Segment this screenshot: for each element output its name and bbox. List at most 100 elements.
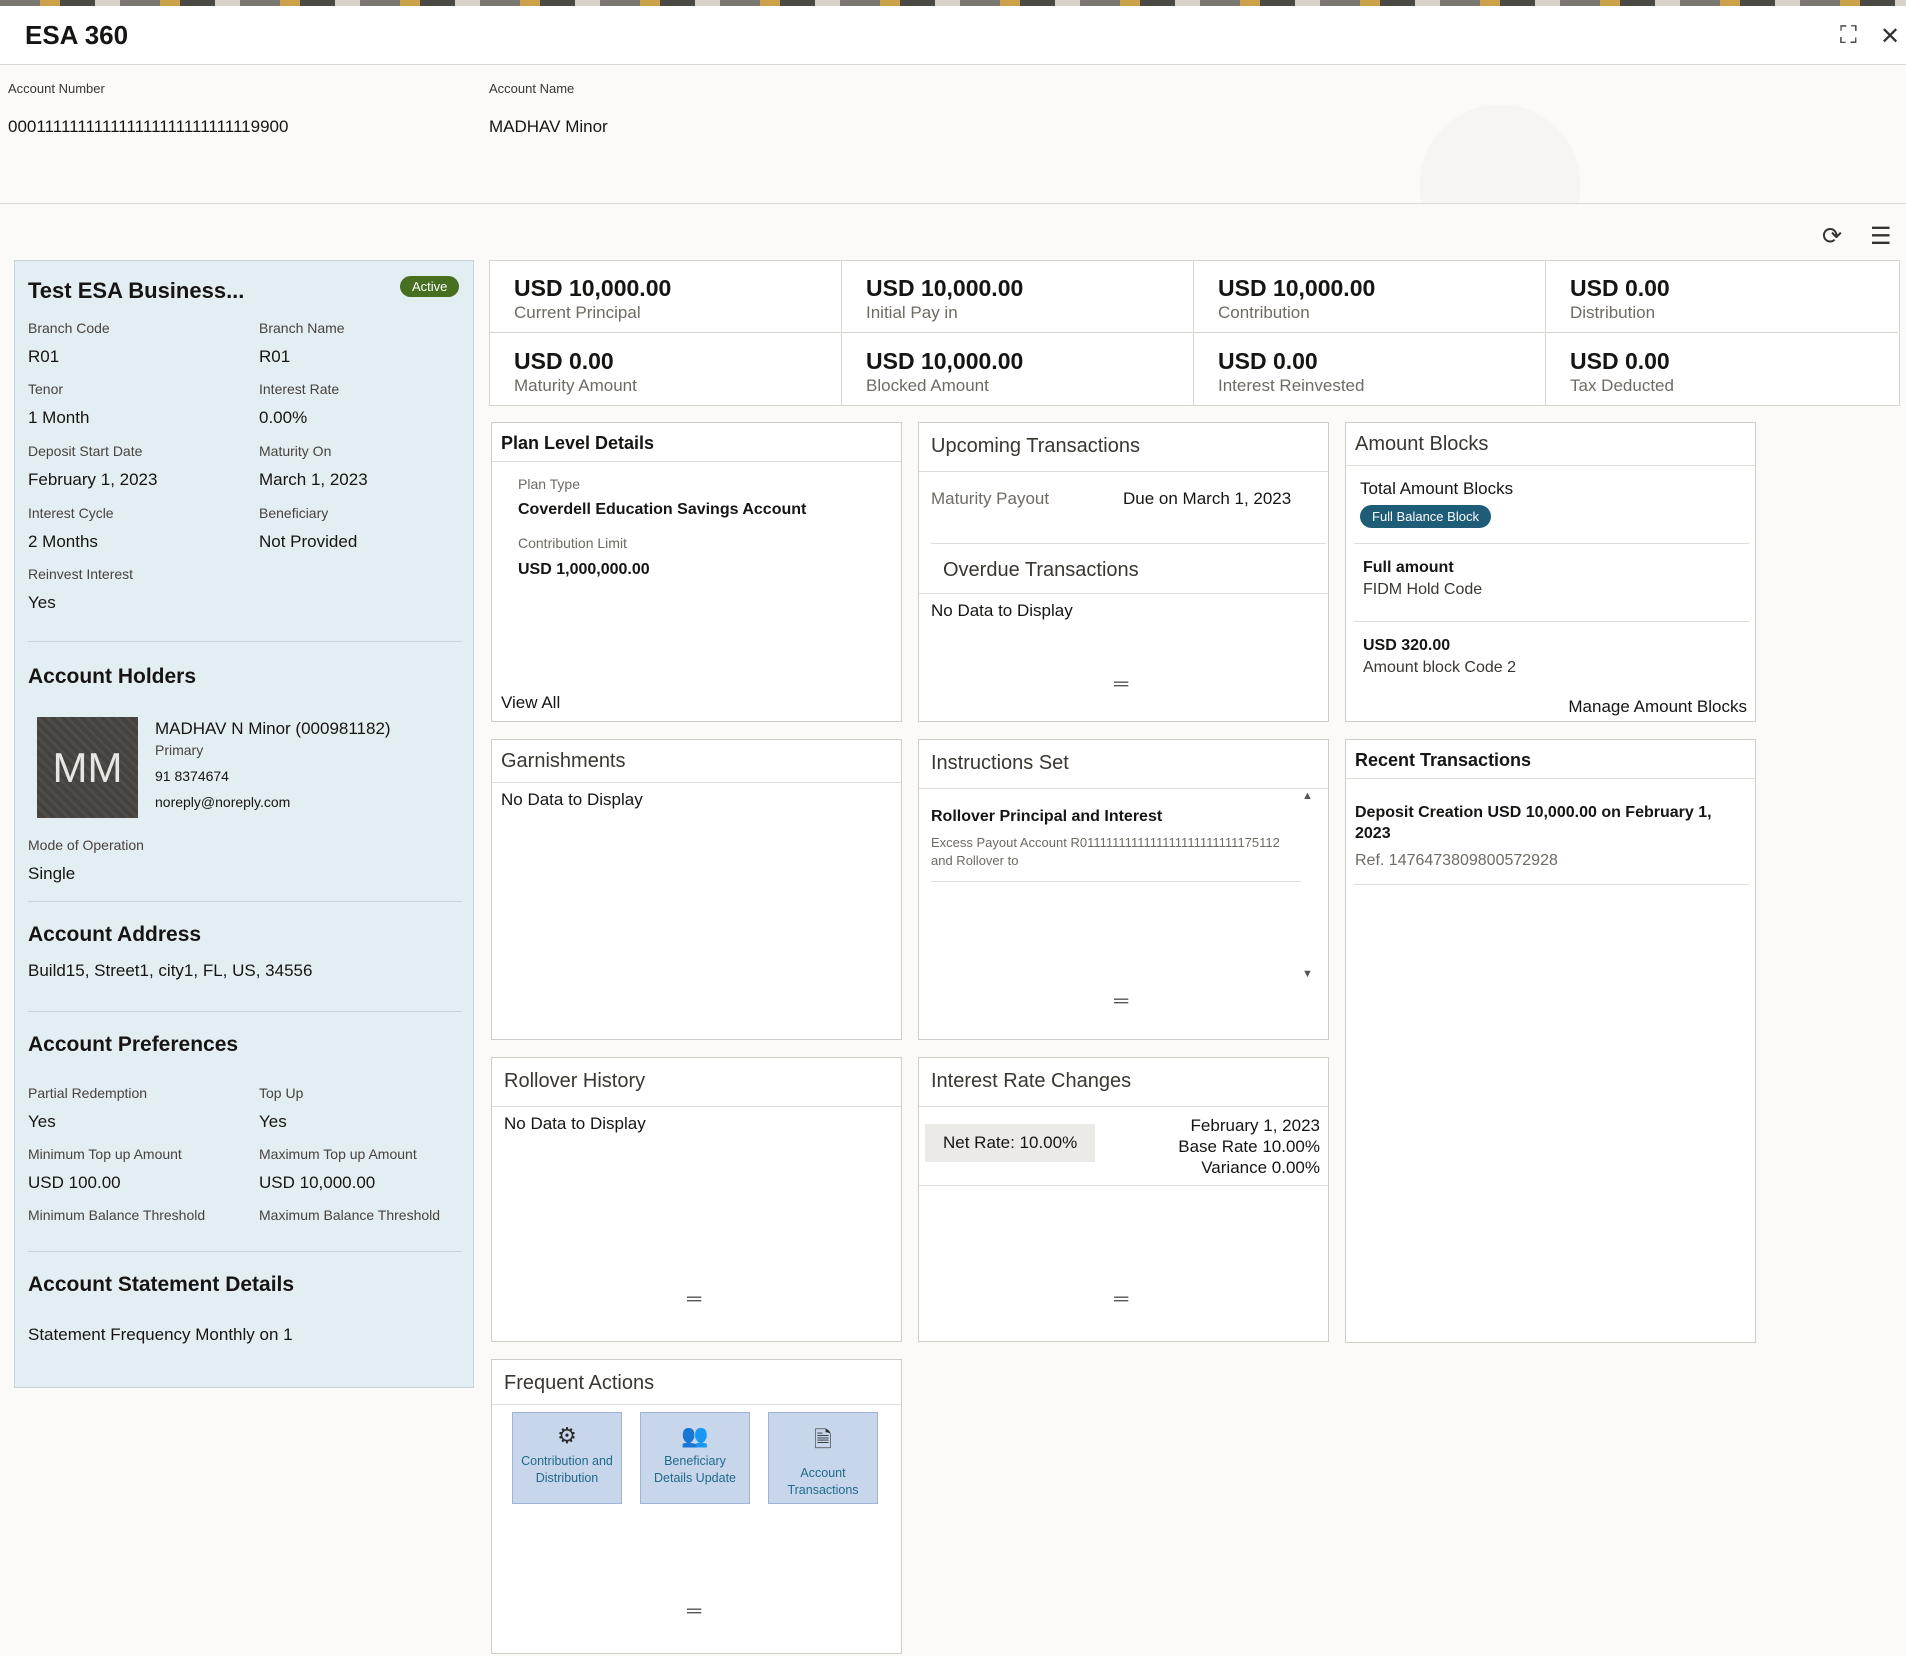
holder-email: noreply@noreply.com (155, 794, 291, 810)
kpi-label: Initial Pay in (866, 303, 958, 322)
frequent-actions-card: Frequent Actions ⚙ Contribution and Dist… (491, 1359, 902, 1654)
holder-name-link[interactable]: MADHAV N Minor (000981182) (155, 719, 391, 739)
kpi-label: Tax Deducted (1570, 376, 1674, 395)
plan-type-label: Plan Type (518, 476, 581, 492)
account-transactions-button[interactable]: 🗎 Account Transactions (768, 1412, 878, 1504)
field-value: March 1, 2023 (259, 470, 368, 489)
action-label: Transactions (787, 1483, 859, 1497)
empty-state-text: No Data to Display (504, 1114, 646, 1133)
scroll-up-icon[interactable]: ▲ (1302, 790, 1313, 802)
total-amount-blocks-label: Total Amount Blocks (1360, 479, 1514, 498)
field-label: Reinvest Interest (28, 566, 134, 582)
transactions-icon: 🗎 (814, 1427, 832, 1452)
rate-variance: Variance 0.00% (1201, 1158, 1320, 1177)
field-value: R01 (259, 347, 291, 366)
garnishments-card: Garnishments No Data to Display (491, 739, 902, 1040)
kpi-value: USD 0.00 (1570, 275, 1670, 301)
block-amount: USD 320.00 (1363, 637, 1451, 654)
kpi-interest-reinvested: USD 0.00 Interest Reinvested (1194, 334, 1546, 406)
pref-label: Maximum Balance Threshold (259, 1207, 441, 1223)
card-title: Frequent Actions (504, 1372, 655, 1394)
plan-level-details-card: Plan Level Details Plan Type Coverdell E… (491, 422, 902, 722)
holder-phone: 91 8374674 (155, 768, 229, 784)
field-value: Not Provided (259, 532, 358, 551)
kpi-summary-strip: USD 10,000.00 Current Principal USD 10,0… (489, 260, 1900, 406)
account-number-value: 000111111111111111111111111119900 (8, 117, 289, 136)
card-title: Recent Transactions (1355, 750, 1532, 770)
action-label: Account (800, 1466, 846, 1480)
empty-state-text: No Data to Display (501, 790, 643, 809)
resize-grip-icon[interactable]: ═ (687, 1600, 701, 1623)
kpi-distribution: USD 0.00 Distribution (1546, 261, 1898, 333)
empty-state-text: No Data to Display (931, 601, 1073, 620)
pref-value: Yes (259, 1112, 287, 1131)
pref-value: Yes (28, 1112, 56, 1131)
divider (1354, 543, 1749, 544)
transaction-reference: Ref. 1476473809800572928 (1355, 852, 1558, 869)
divider (492, 782, 901, 783)
divider (492, 461, 901, 462)
upcoming-transactions-card: Upcoming Transactions Maturity Payout Du… (918, 422, 1329, 722)
mode-of-operation-value: Single (28, 864, 76, 883)
contribution-icon: ⚙ (557, 1423, 577, 1448)
status-badge: Active (400, 276, 460, 297)
transaction-description-cont: 2023 (1355, 825, 1391, 842)
kpi-label: Contribution (1218, 303, 1310, 322)
field-label: Tenor (28, 381, 64, 397)
block-description: Amount block Code 2 (1363, 659, 1516, 676)
card-title: Interest Rate Changes (931, 1070, 1132, 1092)
kpi-contribution: USD 10,000.00 Contribution (1194, 261, 1546, 333)
account-statement-heading: Account Statement Details (28, 1273, 295, 1296)
divider (1354, 621, 1749, 622)
field-label: Interest Cycle (28, 505, 114, 521)
rollover-history-card: Rollover History No Data to Display ═ (491, 1057, 902, 1342)
kpi-value: USD 10,000.00 (866, 275, 1024, 301)
kpi-label: Maturity Amount (514, 376, 637, 395)
manage-amount-blocks-link[interactable]: Manage Amount Blocks (1568, 697, 1747, 717)
divider (492, 1106, 901, 1107)
field-value: 0.00% (259, 408, 308, 427)
account-name-label: Account Name (489, 81, 575, 96)
divider (931, 881, 1301, 882)
divider (492, 1404, 901, 1405)
base-rate: Base Rate 10.00% (1178, 1137, 1320, 1156)
hamburger-menu-icon[interactable]: ☰ (1870, 222, 1892, 251)
collapse-icon[interactable]: ⛶ (1840, 22, 1857, 50)
divider (919, 788, 1328, 789)
account-number-label: Account Number (8, 81, 105, 96)
pref-label: Maximum Top up Amount (259, 1146, 417, 1162)
card-title: Garnishments (501, 750, 626, 772)
overdue-transactions-title: Overdue Transactions (943, 559, 1139, 581)
refresh-icon[interactable]: ⟳ (1822, 222, 1842, 251)
account-address-heading: Account Address (28, 923, 202, 946)
kpi-value: USD 10,000.00 (866, 348, 1024, 374)
field-label: Beneficiary (259, 505, 329, 521)
action-label: Beneficiary (664, 1454, 726, 1468)
kpi-blocked-amount: USD 10,000.00 Blocked Amount (842, 334, 1194, 406)
beneficiary-icon: 👥 (681, 1423, 709, 1448)
card-title: Instructions Set (931, 752, 1069, 774)
account-header: Account Number 0001111111111111111111111… (0, 65, 1906, 204)
close-icon[interactable]: ✕ (1880, 22, 1900, 51)
card-title: Upcoming Transactions (931, 435, 1140, 457)
recent-transactions-card: Recent Transactions Deposit Creation USD… (1345, 739, 1756, 1343)
divider (28, 641, 462, 642)
card-title: Rollover History (504, 1070, 646, 1092)
account-preferences-heading: Account Preferences (28, 1033, 239, 1056)
resize-grip-icon[interactable]: ═ (687, 1288, 701, 1311)
contribution-limit-value: USD 1,000,000.00 (518, 561, 650, 578)
field-value: Yes (28, 593, 56, 612)
mode-of-operation-label: Mode of Operation (28, 837, 144, 853)
beneficiary-details-update-button[interactable]: 👥 Beneficiary Details Update (640, 1412, 750, 1504)
pref-value: USD 100.00 (28, 1173, 121, 1192)
account-address-value: Build15, Street1, city1, FL, US, 34556 (28, 961, 313, 980)
instructions-set-card: Instructions Set Rollover Principal and … (918, 739, 1329, 1040)
resize-grip-icon[interactable]: ═ (1114, 990, 1128, 1013)
divider (919, 471, 1328, 472)
contribution-and-distribution-button[interactable]: ⚙ Contribution and Distribution (512, 1412, 622, 1504)
resize-grip-icon[interactable]: ═ (1114, 1288, 1128, 1311)
kpi-label: Blocked Amount (866, 376, 989, 395)
resize-grip-icon[interactable]: ═ (1114, 673, 1128, 696)
view-all-link[interactable]: View All (501, 693, 560, 713)
scroll-down-icon[interactable]: ▼ (1302, 968, 1313, 980)
